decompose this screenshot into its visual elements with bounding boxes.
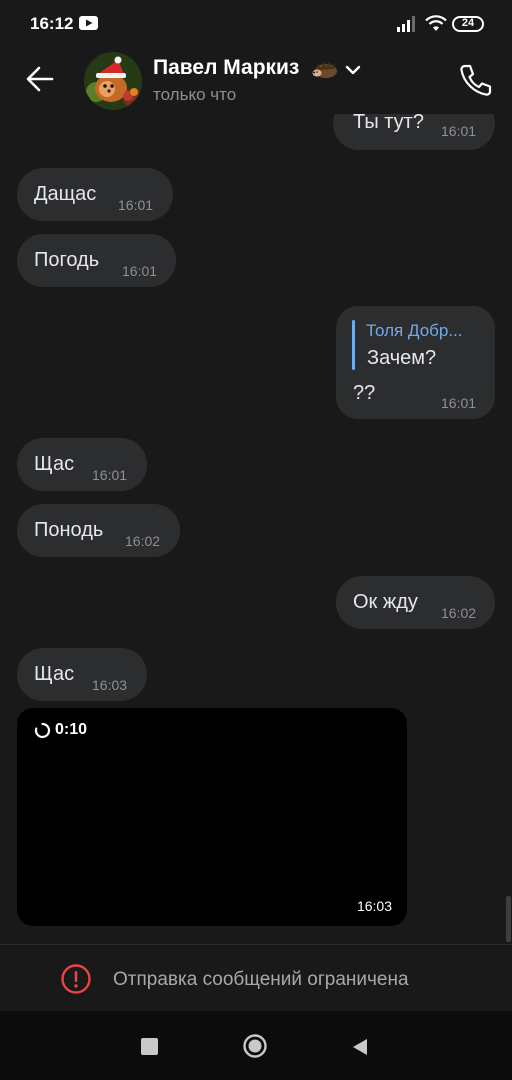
chat-header: Павел Маркиз только что	[0, 48, 512, 114]
reply-quote-bar	[352, 320, 355, 370]
message-time: 16:01	[118, 197, 154, 213]
message-time: 16:02	[441, 605, 477, 621]
message-text: ??	[353, 382, 376, 404]
message-outgoing[interactable]: Ок жду 16:02	[336, 576, 495, 629]
video-message[interactable]: 0:10 16:03	[17, 708, 407, 926]
message-incoming[interactable]: Погодь 16:01	[17, 234, 176, 287]
message-time: 16:01	[122, 263, 158, 279]
message-text: Щас	[34, 663, 75, 685]
message-text: Понодь	[34, 519, 104, 541]
message-time: 16:01	[441, 123, 477, 139]
message-text: Дащас	[34, 183, 97, 205]
video-duration: 0:10	[55, 721, 88, 738]
message-text: Погодь	[34, 249, 100, 271]
message-text: Зачем?	[367, 347, 437, 369]
wifi-icon	[425, 15, 447, 31]
message-text: Ок жду	[353, 591, 418, 613]
loading-icon	[34, 722, 51, 739]
restriction-text: Отправка сообщений ограничена	[113, 969, 409, 990]
battery-icon: 24	[452, 16, 484, 32]
message-outgoing[interactable]: Ты тут? 16:01	[333, 114, 495, 150]
message-text: Ты тут?	[353, 114, 424, 133]
battery-level: 24	[461, 17, 475, 29]
avatar-image	[84, 52, 142, 110]
signal-icon	[397, 16, 415, 32]
message-incoming[interactable]: Понодь 16:02	[17, 504, 180, 557]
system-nav-bar	[0, 1011, 512, 1080]
avatar[interactable]	[84, 52, 142, 110]
message-incoming[interactable]: Щас 16:03	[17, 648, 147, 701]
message-incoming[interactable]: Щас 16:01	[17, 438, 147, 491]
message-time: 16:01	[92, 467, 128, 483]
message-time: 16:03	[356, 898, 392, 914]
message-incoming[interactable]: Дащас 16:01	[17, 168, 173, 221]
chevron-down-icon[interactable]	[344, 62, 362, 78]
back-triangle-icon[interactable]	[350, 1037, 370, 1057]
status-time: 16:12	[30, 14, 74, 33]
message-time: 16:01	[441, 395, 477, 411]
stop-square-icon[interactable]	[141, 1038, 158, 1055]
alert-icon	[61, 964, 91, 994]
back-arrow-icon[interactable]	[24, 65, 56, 93]
message-time: 16:03	[92, 677, 128, 693]
message-time: 16:02	[125, 533, 161, 549]
reply-author[interactable]: Толя Добр...	[366, 321, 463, 341]
youtube-icon	[79, 16, 98, 30]
message-list[interactable]: Ты тут? 16:01 Дащас 16:01 Погодь 16:01 Т…	[0, 114, 512, 944]
message-text: Щас	[34, 453, 75, 475]
hedgehog-emoji-icon	[312, 62, 337, 78]
contact-status: только что	[153, 85, 237, 104]
phone-icon[interactable]	[457, 63, 493, 97]
home-circle-icon[interactable]	[242, 1033, 268, 1059]
contact-name[interactable]: Павел Маркиз	[153, 56, 299, 80]
restriction-bar: Отправка сообщений ограничена	[0, 944, 512, 1012]
scrollbar[interactable]	[506, 896, 511, 942]
status-bar: 16:12 24	[0, 0, 512, 48]
message-outgoing-reply[interactable]: Толя Добр... Зачем? ?? 16:01	[336, 306, 495, 419]
